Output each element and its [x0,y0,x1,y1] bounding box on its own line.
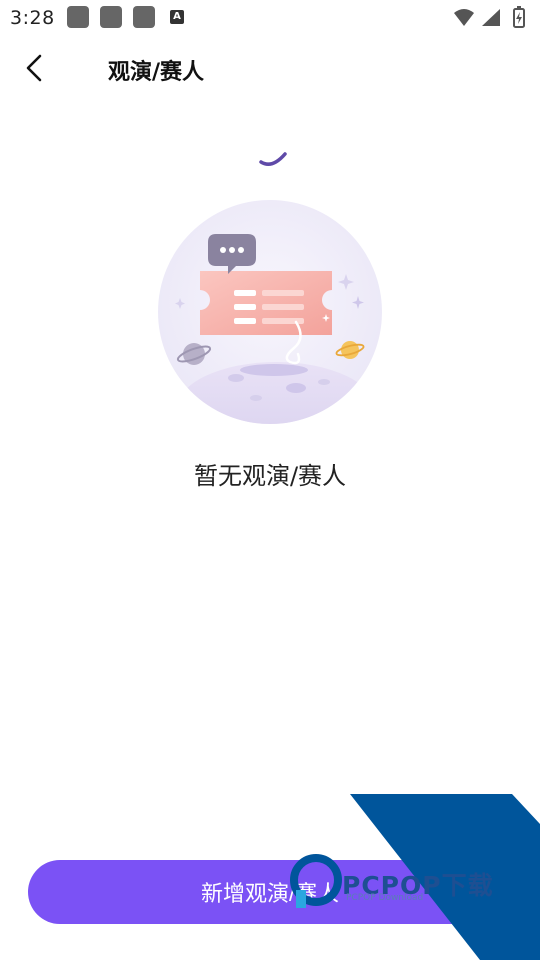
notification-icon [100,6,122,28]
status-indicators [452,6,532,30]
notification-icon [67,6,89,28]
empty-state-illustration [158,200,382,424]
wifi-icon [454,9,474,26]
signal-icon [482,9,500,26]
notification-icon [133,6,155,28]
back-button[interactable] [14,48,54,88]
status-bar: 3:28 A [0,0,540,36]
page-header: 观演/赛人 [0,36,540,100]
page-title: 观演/赛人 [108,60,205,85]
status-time: 3:28 [10,7,55,29]
chevron-left-icon [26,54,42,82]
app-screen: 3:28 A 观演/赛人 暂无观演/赛人 新增观演/赛人 PCPOP下载 PCP… [0,0,540,960]
watermark-subtitle: PCPOP Download [346,893,424,903]
notification-badge-icon: A [170,10,184,24]
loading-spinner-icon [259,152,287,166]
battery-icon [513,6,525,28]
empty-state-message: 暂无观演/赛人 [193,462,347,490]
